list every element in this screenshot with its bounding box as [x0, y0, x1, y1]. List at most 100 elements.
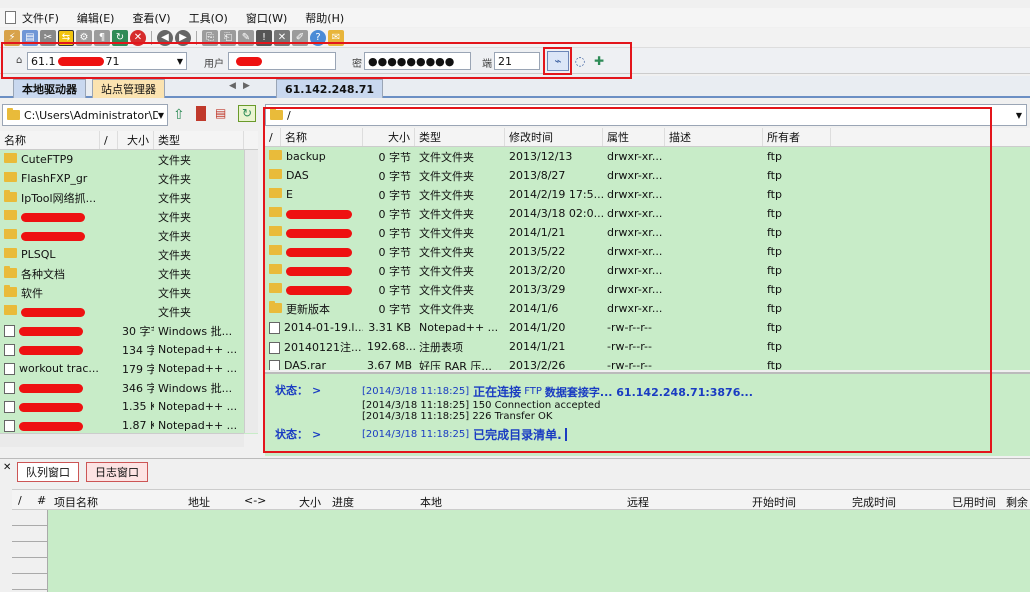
col-type[interactable]: 类型	[154, 131, 244, 149]
remote-file-row[interactable]: DAS.rar 3.67 MB 好压 RAR 压... 2013/2/26 -rw-r-…	[265, 356, 1030, 370]
col-start-time[interactable]: 开始时间	[752, 494, 796, 510]
transfer-mode-icon[interactable]: ⇆	[58, 29, 74, 46]
menu-file[interactable]: 文件(F)	[22, 10, 59, 26]
col-sort[interactable]: /	[100, 131, 118, 149]
col-name[interactable]: 名称	[281, 128, 363, 146]
remote-file-row[interactable]: 2014-01-19.l... 3.31 KB Notepad++ ... 2014/…	[265, 318, 1030, 337]
remote-file-row[interactable]: E 0 字节 文件文件夹 2014/2/19 17:5... drwxr-xr... ft…	[265, 185, 1030, 204]
col-local[interactable]: 本地	[420, 494, 442, 510]
remote-path-input[interactable]: / ▼	[265, 104, 1027, 126]
up-folder-icon[interactable]: ⇧	[173, 107, 185, 123]
local-hscrollbar[interactable]	[0, 433, 244, 447]
local-file-row[interactable]: PLSQL 文件夹	[0, 245, 258, 264]
chevron-down-icon[interactable]: ▼	[177, 57, 183, 66]
local-file-row[interactable]: 30 字节 Windows 批...	[0, 321, 258, 340]
menu-edit[interactable]: 编辑(E)	[77, 10, 115, 26]
remote-file-row[interactable]: DAS 0 字节 文件文件夹 2013/8/27 drwxr-xr... ftp	[265, 166, 1030, 185]
col-remaining[interactable]: 剩余	[1006, 494, 1028, 510]
close-icon[interactable]: ✕	[3, 462, 11, 473]
col-direction[interactable]: <->	[244, 494, 266, 507]
col-progress[interactable]: 进度	[332, 494, 354, 510]
col-owner[interactable]: 所有者	[763, 128, 831, 146]
browse-icon[interactable]: ▤	[215, 106, 226, 120]
local-file-row[interactable]: CuteFTP9 文件夹	[0, 150, 258, 169]
forward-icon[interactable]: ▶	[175, 29, 191, 46]
menu-help[interactable]: 帮助(H)	[305, 10, 344, 26]
remote-file-row[interactable]: 0 字节 文件文件夹 2013/2/20 drwxr-xr... ftp	[265, 261, 1030, 280]
col-type[interactable]: 类型	[415, 128, 505, 146]
port-input[interactable]: 21	[494, 52, 540, 70]
menu-view[interactable]: 查看(V)	[132, 10, 170, 26]
col-name[interactable]: 名称	[0, 131, 100, 149]
tab-queue-window[interactable]: 队列窗口	[17, 462, 79, 482]
local-file-row[interactable]: 1.35 KB Notepad++ ...	[0, 397, 258, 416]
col-remote[interactable]: 远程	[627, 494, 649, 510]
remote-file-row[interactable]: 0 字节 文件文件夹 2013/5/22 drwxr-xr... ftp	[265, 242, 1030, 261]
col-end-time[interactable]: 完成时间	[852, 494, 896, 510]
connect-icon[interactable]: ⚡	[4, 29, 20, 46]
menu-window[interactable]: 窗口(W)	[246, 10, 287, 26]
local-file-row[interactable]: 346 字... Windows 批...	[0, 378, 258, 397]
bookmark-icon[interactable]	[196, 106, 206, 121]
disconnect-icon[interactable]: ✂	[40, 29, 56, 46]
local-file-row[interactable]: 各种文档 文件夹	[0, 264, 258, 283]
col-mtime[interactable]: 修改时间	[505, 128, 603, 146]
col-sort[interactable]: /	[18, 494, 22, 507]
chevron-down-icon[interactable]: ▼	[158, 111, 164, 120]
col-item-name[interactable]: 项目名称	[54, 494, 98, 510]
local-file-row[interactable]: 134 字... Notepad++ ...	[0, 340, 258, 359]
remote-file-row[interactable]: 0 字节 文件文件夹 2014/1/21 drwxr-xr... ftp	[265, 223, 1030, 242]
copy-icon[interactable]: ⎘	[202, 29, 218, 46]
tab-scroll-right-icon[interactable]: ▶	[243, 81, 250, 91]
mail-icon[interactable]: ✉	[328, 29, 344, 46]
col-size[interactable]: 大小	[299, 494, 321, 510]
local-file-row[interactable]: 文件夹	[0, 226, 258, 245]
tab-local-drives[interactable]: 本地驱动器	[13, 79, 86, 98]
col-address[interactable]: 地址	[188, 494, 210, 510]
quick-connect-button[interactable]: ⌁	[547, 51, 569, 71]
reconnect-button[interactable]: ◌	[573, 51, 587, 71]
col-desc[interactable]: 描述	[665, 128, 763, 146]
chevron-down-icon[interactable]: ▼	[1016, 111, 1022, 120]
local-file-row[interactable]: 1.87 KB Notepad++ ...	[0, 416, 258, 434]
host-input[interactable]: 61.1 71 ▼	[27, 52, 187, 70]
local-path-input[interactable]: C:\Users\Administrator\D ▼	[2, 104, 168, 126]
add-site-button[interactable]: ✚	[590, 51, 608, 71]
tab-scroll-left-icon[interactable]: ◀	[229, 81, 236, 91]
tab-log-window[interactable]: 日志窗口	[86, 462, 148, 482]
local-file-row[interactable]: 软件 文件夹	[0, 283, 258, 302]
menu-tools[interactable]: 工具(O)	[189, 10, 228, 26]
col-size[interactable]: 大小	[118, 131, 154, 149]
binary-icon[interactable]: ⚙	[76, 29, 92, 46]
help-icon[interactable]: ?	[310, 29, 326, 46]
remote-file-row[interactable]: 20140121注... 192.68... 注册表项 2014/1/21 -rw-r-…	[265, 337, 1030, 356]
stop-icon[interactable]: ✕	[130, 29, 146, 46]
delete-icon[interactable]: ✕	[274, 29, 290, 46]
ascii-icon[interactable]: ¶	[94, 29, 110, 46]
pin-icon[interactable]: !	[256, 29, 272, 46]
tab-site-manager[interactable]: 站点管理器	[92, 79, 165, 98]
new-icon[interactable]: ▤	[22, 29, 38, 46]
col-attr[interactable]: 属性	[603, 128, 665, 146]
col-elapsed[interactable]: 已用时间	[952, 494, 996, 510]
notepad-icon[interactable]: ✎	[238, 29, 254, 46]
local-file-row[interactable]: 文件夹	[0, 302, 258, 321]
refresh-icon[interactable]: ↻	[112, 29, 128, 46]
remote-file-row[interactable]: 0 字节 文件文件夹 2013/3/29 drwxr-xr... ftp	[265, 280, 1030, 299]
col-index[interactable]: #	[37, 494, 46, 507]
remote-file-row[interactable]: 0 字节 文件文件夹 2014/3/18 02:0... drwxr-xr... ftp	[265, 204, 1030, 223]
user-input[interactable]	[228, 52, 336, 70]
local-file-row[interactable]: IpTool网络抓... 文件夹	[0, 188, 258, 207]
local-file-row[interactable]: 文件夹	[0, 207, 258, 226]
local-scrollbar[interactable]	[244, 150, 258, 433]
password-input[interactable]: ●●●●●●●●●	[364, 52, 471, 70]
col-sort[interactable]: /	[265, 128, 281, 146]
local-file-row[interactable]: workout trac... 179 字... Notepad++ ...	[0, 359, 258, 378]
col-size[interactable]: 大小	[363, 128, 415, 146]
back-icon[interactable]: ◀	[157, 29, 173, 46]
tab-remote-server[interactable]: 61.142.248.71	[276, 79, 384, 98]
paste-icon[interactable]: ⎗	[220, 29, 236, 46]
sync-icon[interactable]: ↻	[238, 105, 256, 122]
local-file-row[interactable]: FlashFXP_gr 文件夹	[0, 169, 258, 188]
remote-file-row[interactable]: 更新版本 0 字节 文件文件夹 2014/1/6 drwxr-xr... ftp	[265, 299, 1030, 318]
